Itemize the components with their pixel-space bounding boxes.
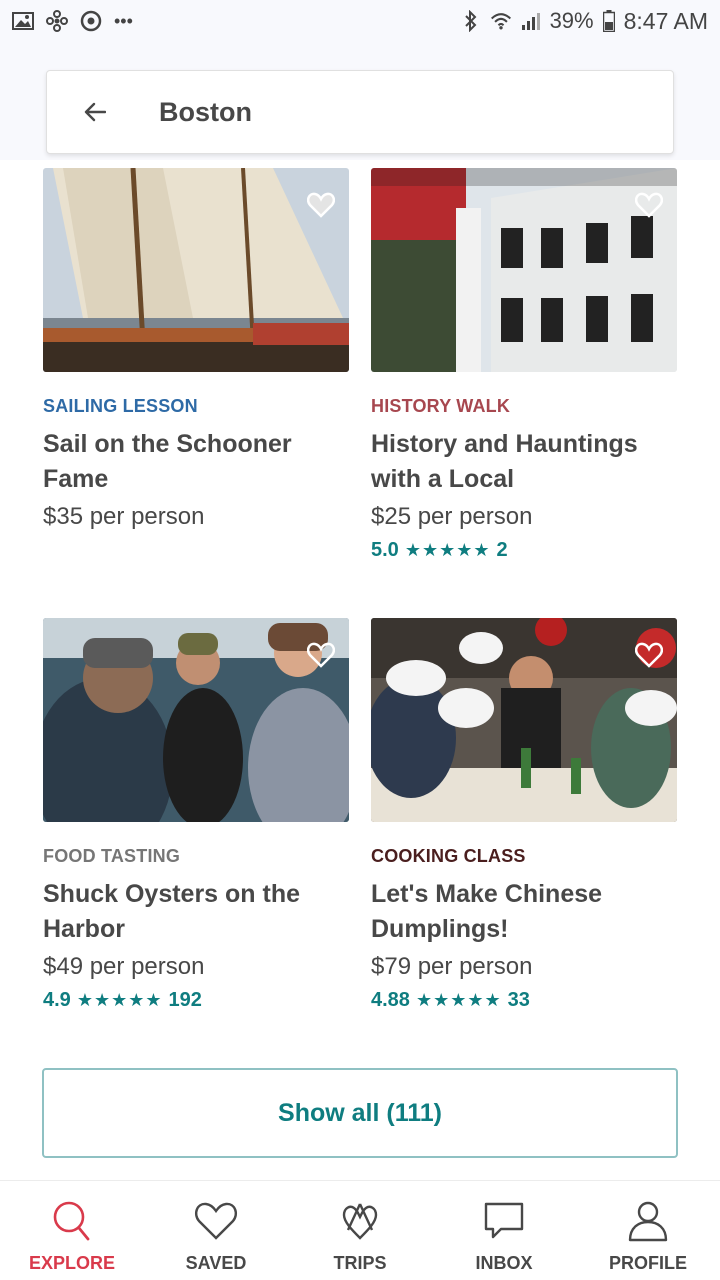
location-search-bar[interactable]: Boston xyxy=(46,70,674,154)
person-icon xyxy=(626,1199,670,1243)
rating-stars: ★★★★★ xyxy=(76,990,163,1010)
nav-explore[interactable]: EXPLORE xyxy=(0,1181,144,1280)
experience-card-sailing[interactable]: SAILING LESSON Sail on the Schooner Fame… xyxy=(43,168,349,531)
save-heart-icon[interactable] xyxy=(634,192,664,218)
card-photo[interactable] xyxy=(43,168,349,372)
nav-label: EXPLORE xyxy=(28,1253,116,1273)
battery-icon xyxy=(602,10,616,32)
nav-label: PROFILE xyxy=(608,1253,687,1273)
card-price: $35 per person xyxy=(43,503,205,530)
card-price: $49 per person xyxy=(43,953,205,980)
card-rating: 4.9 ★★★★★ 192 xyxy=(43,989,349,1012)
nav-profile[interactable]: PROFILE xyxy=(576,1181,720,1280)
experience-card-history[interactable]: HISTORY WALK History and Hauntings with … xyxy=(371,168,677,562)
save-heart-icon[interactable] xyxy=(634,642,664,668)
card-title[interactable]: Let's Make Chinese Dumplings! xyxy=(371,877,677,947)
battery-percent: 39% xyxy=(549,8,594,33)
rating-score: 4.9 xyxy=(43,989,71,1011)
save-heart-icon[interactable] xyxy=(306,642,336,668)
wifi-icon xyxy=(490,10,512,32)
card-rating: 5.0 ★★★★★ 2 xyxy=(371,539,677,562)
experience-card-dumplings[interactable]: COOKING CLASS Let's Make Chinese Dumplin… xyxy=(371,618,677,1012)
nav-label: SAVED xyxy=(185,1253,247,1273)
status-bar: ••• 39% 8:47 AM xyxy=(0,0,720,42)
show-all-button[interactable]: Show all (111) xyxy=(42,1068,678,1158)
card-category: SAILING LESSON xyxy=(43,396,198,416)
header: Boston xyxy=(0,42,720,160)
card-price: $79 per person xyxy=(371,953,533,980)
more-dots-icon: ••• xyxy=(114,10,133,31)
airbnb-logo-icon xyxy=(338,1199,382,1243)
review-count: 33 xyxy=(507,989,530,1011)
clock: 8:47 AM xyxy=(623,7,708,34)
nav-trips[interactable]: TRIPS xyxy=(288,1181,432,1280)
nav-saved[interactable]: SAVED xyxy=(144,1181,288,1280)
card-title[interactable]: Shuck Oysters on the Harbor xyxy=(43,877,349,947)
nav-label: INBOX xyxy=(475,1253,533,1273)
card-title[interactable]: History and Hauntings with a Local xyxy=(371,427,677,497)
back-arrow-icon[interactable] xyxy=(75,92,115,132)
chat-bubble-icon xyxy=(482,1199,526,1243)
gallery-icon xyxy=(12,10,34,32)
card-price: $25 per person xyxy=(371,503,533,530)
card-category: HISTORY WALK xyxy=(371,396,511,416)
card-photo[interactable] xyxy=(43,618,349,822)
search-icon xyxy=(50,1199,94,1243)
location-title: Boston xyxy=(159,96,252,127)
card-title[interactable]: Sail on the Schooner Fame xyxy=(43,427,349,497)
review-count: 192 xyxy=(168,989,202,1011)
status-bar-left: ••• xyxy=(12,10,133,32)
save-heart-icon[interactable] xyxy=(306,192,336,218)
card-photo[interactable] xyxy=(371,168,677,372)
bottom-navigation: EXPLORE SAVED TRIPS INBOX PROFILE xyxy=(0,1180,720,1280)
signal-icon xyxy=(520,10,542,32)
nav-label: TRIPS xyxy=(333,1253,387,1273)
card-photo[interactable] xyxy=(371,618,677,822)
card-rating: 4.88 ★★★★★ 33 xyxy=(371,989,677,1012)
card-category: COOKING CLASS xyxy=(371,846,526,866)
review-count: 2 xyxy=(496,539,508,561)
nav-inbox[interactable]: INBOX xyxy=(432,1181,576,1280)
rating-stars: ★★★★★ xyxy=(404,540,491,560)
status-bar-right: 39% 8:47 AM xyxy=(460,8,708,35)
fan-icon xyxy=(46,10,68,32)
experience-card-oysters[interactable]: FOOD TASTING Shuck Oysters on the Harbor… xyxy=(43,618,349,1012)
rating-stars: ★★★★★ xyxy=(415,990,502,1010)
sync-icon xyxy=(80,10,102,32)
rating-score: 4.88 xyxy=(371,989,410,1011)
heart-icon xyxy=(194,1199,238,1243)
rating-score: 5.0 xyxy=(371,539,399,561)
bluetooth-icon xyxy=(460,10,482,32)
card-category: FOOD TASTING xyxy=(43,846,181,866)
